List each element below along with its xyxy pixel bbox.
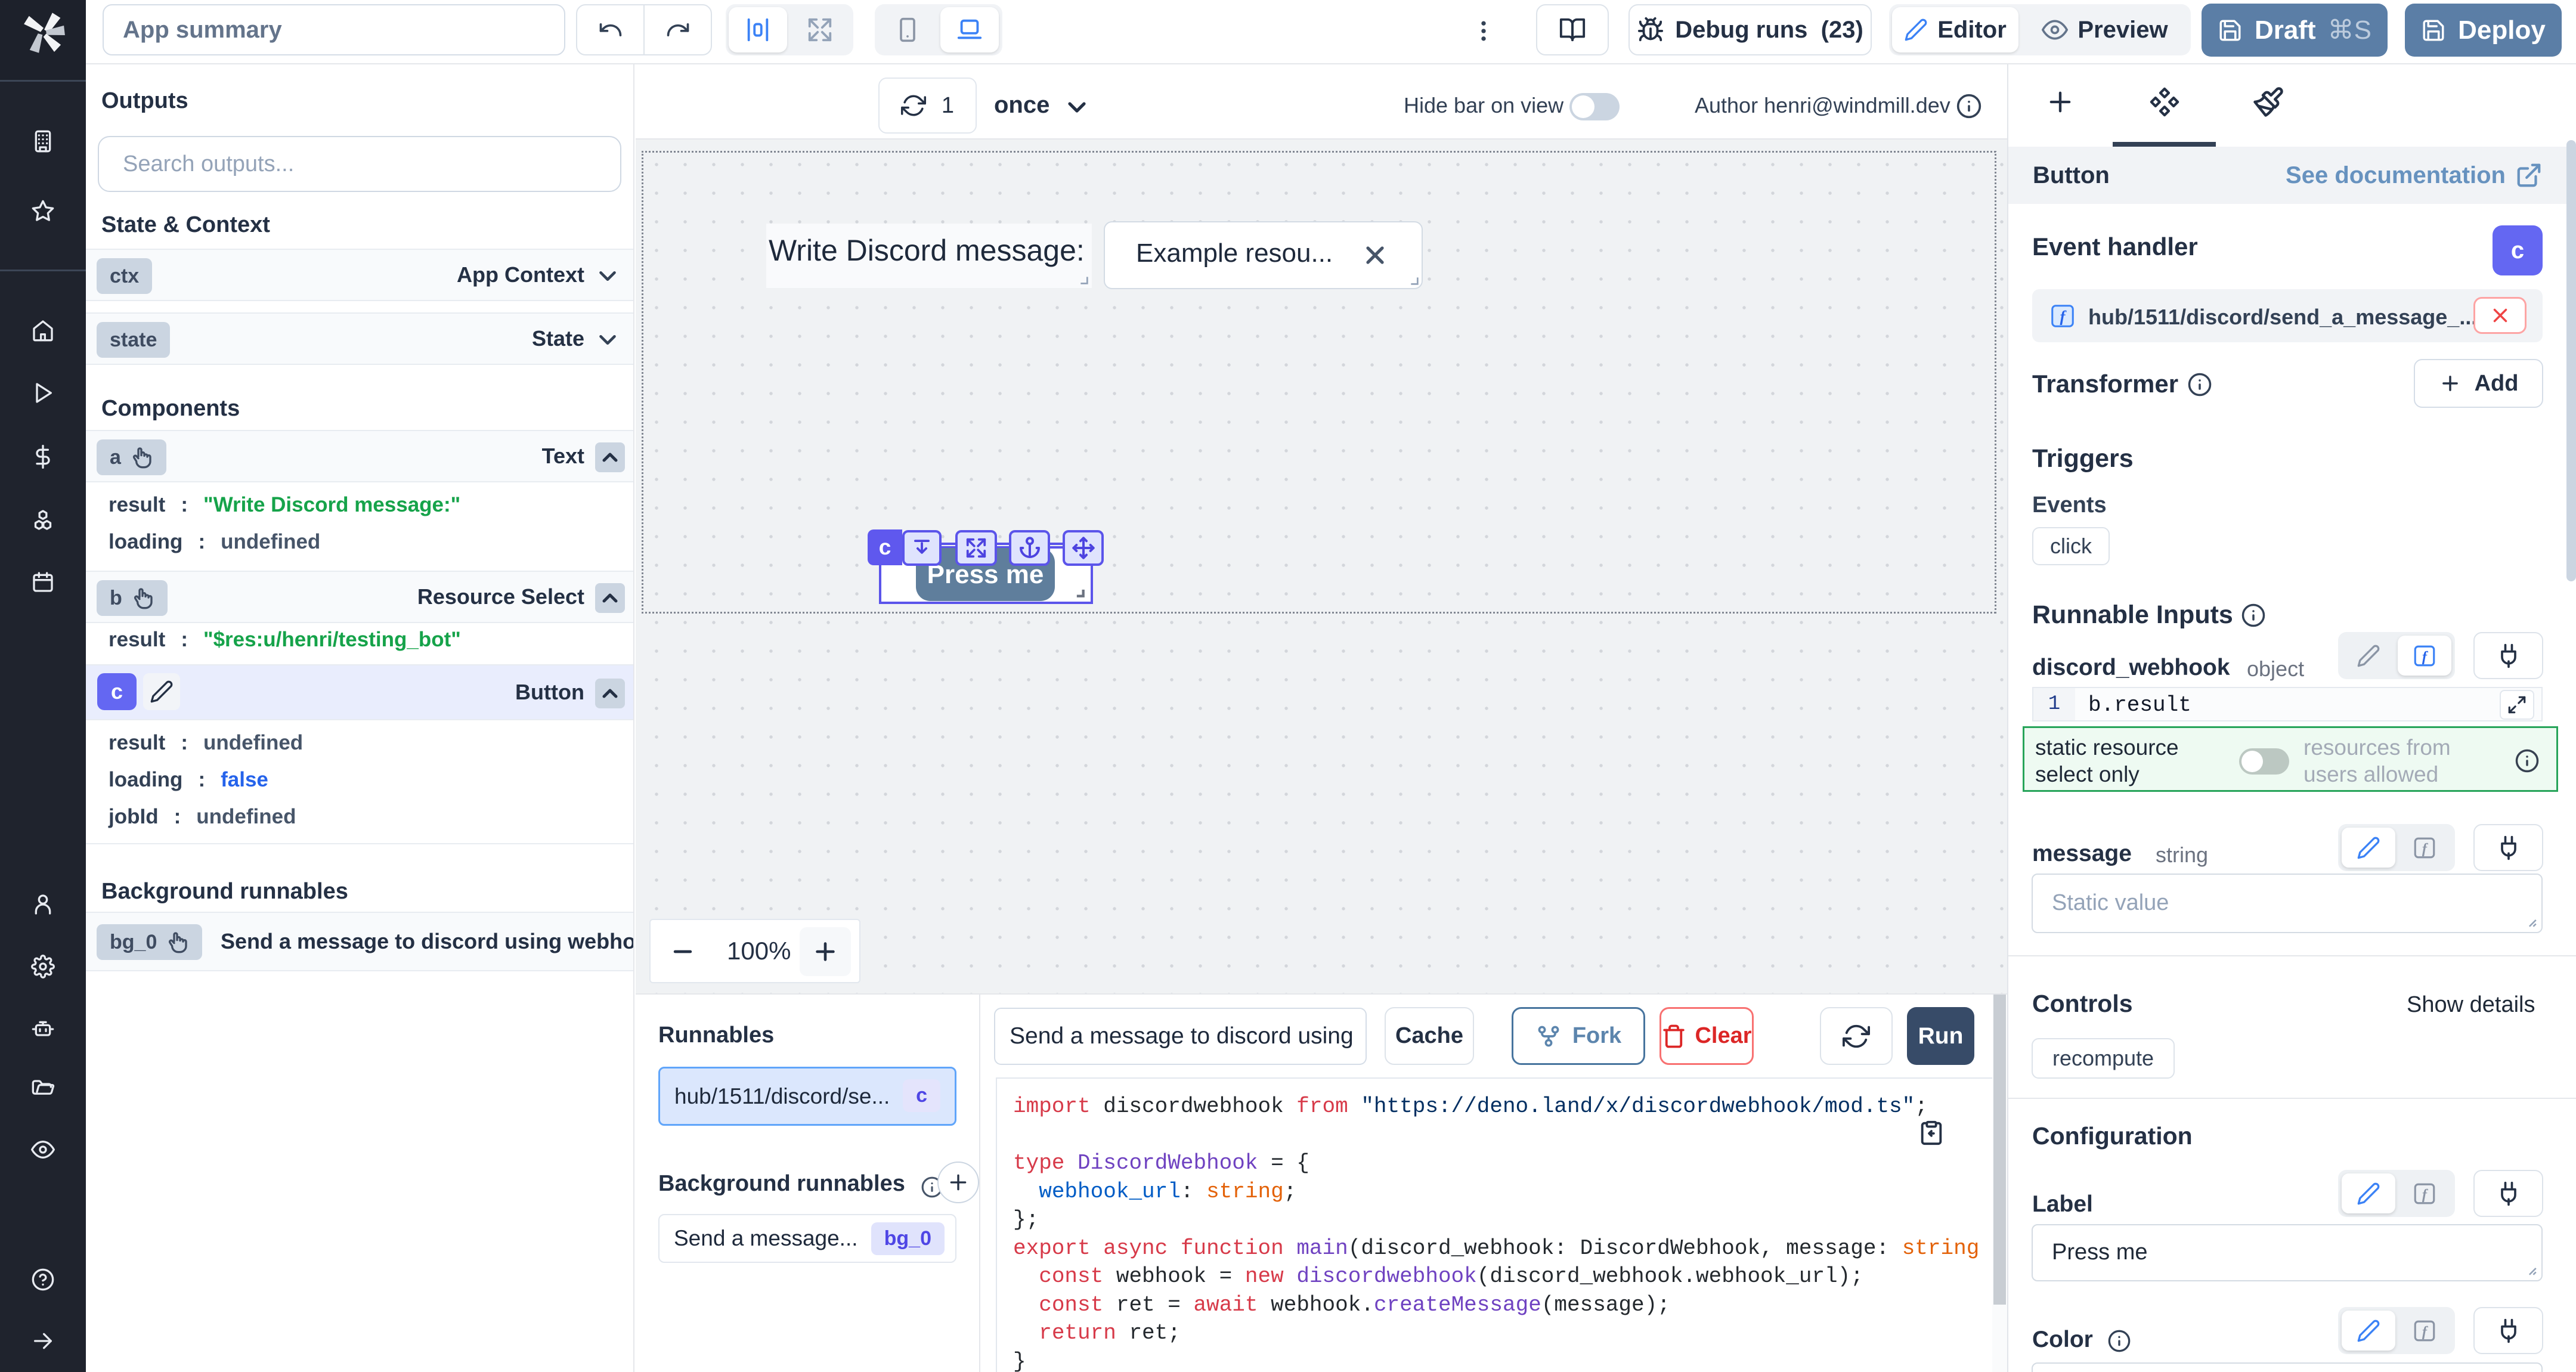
- svg-text:f: f: [2422, 840, 2429, 856]
- svg-text:f: f: [2422, 1186, 2429, 1202]
- svg-text:f: f: [2422, 648, 2429, 664]
- svg-text:f: f: [2422, 1323, 2429, 1339]
